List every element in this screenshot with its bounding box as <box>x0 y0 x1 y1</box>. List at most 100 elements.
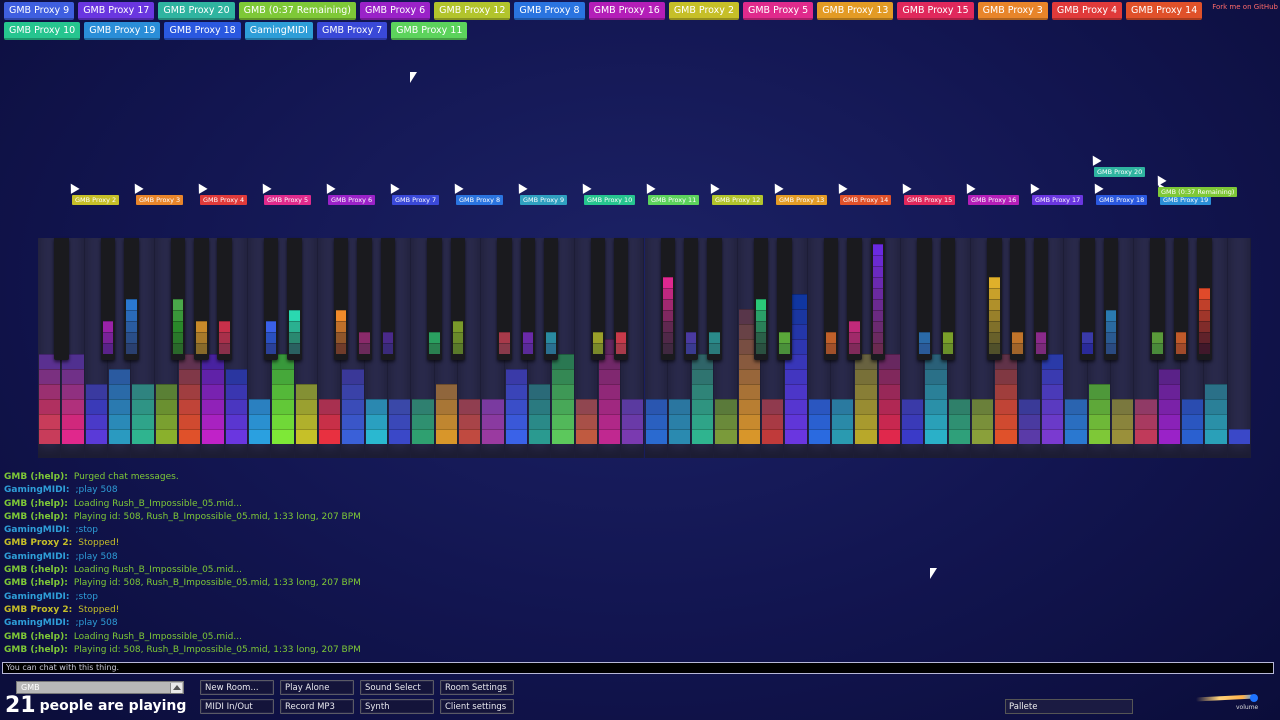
participant-tag[interactable]: GMB Proxy 17 <box>78 2 155 20</box>
note-block <box>248 399 271 414</box>
note-block <box>972 414 994 429</box>
sound-select-button[interactable]: Sound Select <box>360 680 434 695</box>
note-block <box>505 429 527 444</box>
chat-author: GamingMIDI: <box>4 485 70 496</box>
note-block <box>132 429 154 444</box>
note-stack <box>1112 399 1134 444</box>
chat-text: Loading Rush_B_Impossible_05.mid... <box>73 631 242 642</box>
white-key[interactable] <box>1227 238 1251 458</box>
participant-tag[interactable]: GMB Proxy 18 <box>164 22 241 40</box>
note-stack <box>452 321 464 354</box>
note-block <box>528 399 551 414</box>
note-block <box>1135 414 1157 429</box>
midi-in-out-button[interactable]: MIDI In/Out <box>200 699 274 714</box>
note-block <box>1082 332 1093 343</box>
volume-track[interactable] <box>1196 694 1254 702</box>
note-block <box>1152 332 1163 343</box>
chat-message: GamingMIDI: ;play 508 <box>4 551 704 564</box>
remote-cursor-icon <box>962 181 976 194</box>
participant-tag[interactable]: GMB Proxy 2 <box>668 2 739 20</box>
note-block <box>388 399 411 414</box>
note-block <box>855 399 877 414</box>
participant-tag[interactable]: GMB Proxy 13 <box>817 2 894 20</box>
chat-text: Playing id: 508, Rush_B_Impossible_05.mi… <box>73 511 361 522</box>
github-fork-link[interactable]: Fork me on GitHub <box>1212 3 1278 11</box>
participant-tag[interactable]: GMB Proxy 19 <box>84 22 161 40</box>
note-stack <box>1158 369 1180 444</box>
note-block <box>832 414 854 429</box>
note-block <box>989 332 1000 343</box>
note-block <box>692 384 714 399</box>
participant-tag[interactable]: GMB Proxy 6 <box>359 2 431 20</box>
chat-input[interactable]: You can chat with this thing. <box>2 662 1274 674</box>
note-block <box>62 369 84 384</box>
note-block <box>1158 369 1180 384</box>
note-stack <box>545 332 557 354</box>
note-stack <box>645 399 667 444</box>
note-block <box>289 332 300 343</box>
note-block <box>248 429 271 444</box>
record-mp3-button[interactable]: Record MP3 <box>280 699 354 714</box>
chat-message: GMB (;help): Playing id: 508, Rush_B_Impo… <box>4 644 704 657</box>
participant-tag[interactable]: GMB Proxy 16 <box>588 2 665 20</box>
piano-keyboard[interactable] <box>38 238 1251 458</box>
note-block <box>785 384 807 399</box>
participant-tag[interactable]: GMB Proxy 7 <box>316 22 388 40</box>
note-block <box>412 414 434 429</box>
note-block <box>662 321 674 332</box>
note-block <box>505 399 527 414</box>
participant-tag[interactable]: GMB Proxy 4 <box>1051 2 1123 20</box>
remote-cursor-icon <box>258 181 272 194</box>
note-block <box>715 429 737 444</box>
note-stack <box>248 399 271 444</box>
note-block <box>1199 332 1210 343</box>
participant-tag[interactable]: GamingMIDI <box>244 22 313 40</box>
participant-tag[interactable]: GMB (0:37 Remaining) <box>238 2 356 20</box>
participant-tag[interactable]: GMB Proxy 20 <box>158 2 235 20</box>
note-block <box>995 369 1017 384</box>
note-stack <box>878 354 901 444</box>
note-block <box>295 399 317 414</box>
room-settings-button[interactable]: Room Settings <box>440 680 514 695</box>
dropdown-caret-icon[interactable] <box>170 683 182 693</box>
note-block <box>872 343 883 354</box>
participant-tag[interactable]: GMB Proxy 11 <box>391 22 468 40</box>
note-block <box>808 414 831 429</box>
client-settings-button[interactable]: Client settings <box>440 699 514 714</box>
black-key[interactable] <box>54 238 69 360</box>
note-block <box>709 332 720 343</box>
volume-knob[interactable] <box>1250 694 1258 702</box>
volume-slider[interactable]: volume <box>1196 694 1260 716</box>
participant-tag[interactable]: GMB Proxy 14 <box>1126 2 1203 20</box>
chat-text: Playing id: 508, Rush_B_Impossible_05.mi… <box>73 578 361 589</box>
note-block <box>336 321 347 332</box>
cursor-name-tag: GMB Proxy 2 <box>72 195 120 205</box>
participant-tag[interactable]: GMB Proxy 15 <box>897 2 974 20</box>
participant-tag[interactable]: GMB Proxy 3 <box>977 2 1048 20</box>
player-count-text: people are playing <box>39 698 187 714</box>
note-stack <box>995 354 1017 444</box>
note-block <box>126 310 137 321</box>
note-stack <box>668 399 691 444</box>
note-block <box>336 332 347 343</box>
note-stack <box>832 399 854 444</box>
note-block <box>645 429 667 444</box>
play-alone-button[interactable]: Play Alone <box>280 680 354 695</box>
synth-button[interactable]: Synth <box>360 699 434 714</box>
new-room-button[interactable]: New Room... <box>200 680 274 695</box>
participant-tag[interactable]: GMB Proxy 10 <box>4 22 81 40</box>
note-block <box>272 429 294 444</box>
participant-tag[interactable]: GMB Proxy 8 <box>514 2 585 20</box>
participant-tag[interactable]: GMB Proxy 5 <box>743 2 814 20</box>
participant-tag[interactable]: GMB Proxy 9 <box>4 2 75 20</box>
note-block <box>1088 399 1111 414</box>
remote-cursor-icon <box>706 181 720 194</box>
pallete-button[interactable]: Pallete <box>1005 699 1133 714</box>
participant-tag[interactable]: GMB Proxy 12 <box>434 2 511 20</box>
note-block <box>902 414 924 429</box>
chat-text: Stopped! <box>78 604 120 615</box>
note-block <box>662 277 674 288</box>
note-block <box>668 414 691 429</box>
note-stack <box>522 332 534 354</box>
chat-text: Stopped! <box>78 538 120 549</box>
